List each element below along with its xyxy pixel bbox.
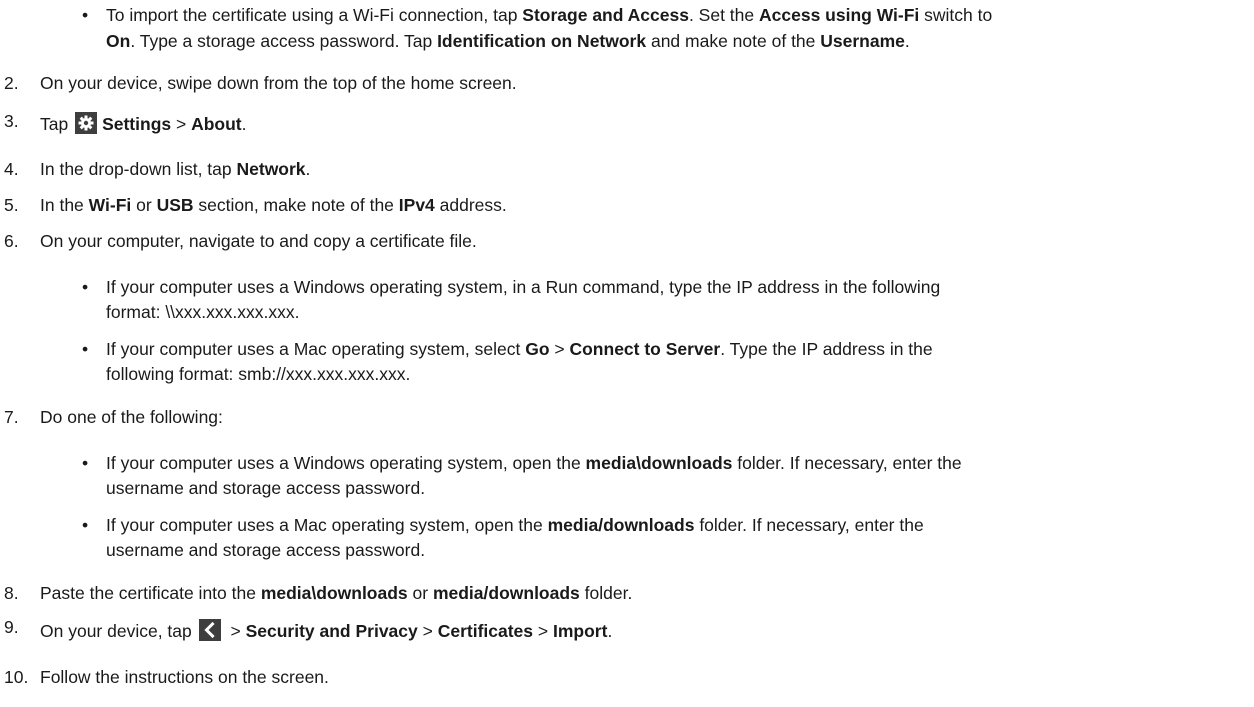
step-6-bullet-2-line1: If your computer uses a Mac operating sy… — [106, 337, 933, 361]
step-9-text: On your device, tap > Security and Priva… — [40, 619, 612, 643]
bold-text: media/downloads — [432, 583, 580, 603]
text: . — [607, 621, 613, 641]
text: and make note of the — [646, 31, 821, 51]
text: switch to — [919, 5, 993, 25]
bold-text: Connect to Server — [569, 339, 721, 359]
step-10-text: Follow the instructions on the screen. — [40, 667, 329, 687]
step-7-bullet-1-line2: username and storage access password. — [106, 478, 426, 498]
text: > — [417, 621, 438, 641]
text: On your device, tap — [40, 621, 197, 641]
step-6-bullet-1-line2: format: \\xxx.xxx.xxx.xxx. — [106, 302, 300, 322]
document-page: { "bullet_char": "•", "top_bullet": { "l… — [0, 0, 1254, 707]
text: > — [533, 621, 553, 641]
bold-text: Identification on Network — [437, 31, 647, 51]
text: > — [549, 339, 570, 359]
step-9-number: 9. — [4, 617, 19, 637]
text: folder. If necessary, enter the — [732, 453, 962, 473]
bold-text: Wi-Fi — [88, 195, 132, 215]
text: or — [407, 583, 433, 603]
bold-text: Go — [525, 339, 550, 359]
step-6-bullet-2-line2: following format: smb://xxx.xxx.xxx.xxx. — [106, 364, 411, 384]
bold-text: Certificates — [437, 621, 534, 641]
text: or — [131, 195, 157, 215]
bold-text: On — [106, 31, 131, 51]
step-3-text: Tap Settings > About. — [40, 112, 247, 136]
step-8-text: Paste the certificate into the media\dow… — [40, 581, 632, 605]
text: . — [904, 31, 910, 51]
step-7-bullet-2-line2: username and storage access password. — [106, 540, 426, 560]
top-bullet-line2: On. Type a storage access password. Tap … — [106, 29, 910, 53]
step-6-bullet-2-marker: • — [82, 339, 89, 359]
step-2-text: On your device, swipe down from the top … — [40, 73, 517, 93]
bold-text: media\downloads — [585, 453, 733, 473]
text: In the drop-down list, tap — [40, 159, 237, 179]
step-7-bullet-2-line1: If your computer uses a Mac operating sy… — [106, 513, 924, 537]
step-6-number: 6. — [4, 231, 19, 251]
bold-text: About — [191, 114, 242, 134]
text: folder. If necessary, enter the — [694, 515, 924, 535]
text: In the — [40, 195, 89, 215]
text: To import the certificate using a Wi-Fi … — [106, 5, 523, 25]
back-chevron-icon — [198, 619, 221, 641]
step-6-text: On your computer, navigate to and copy a… — [40, 231, 477, 251]
step-3-number: 3. — [4, 111, 19, 131]
step-7-bullet-2-marker: • — [82, 515, 89, 535]
step-4-text: In the drop-down list, tap Network. — [40, 157, 310, 181]
step-10-number: 10. — [4, 667, 29, 687]
text: If your computer uses a Windows operatin… — [106, 453, 586, 473]
step-7-bullet-1-line1: If your computer uses a Windows operatin… — [106, 451, 962, 475]
text: . Type a storage access password. Tap — [130, 31, 438, 51]
text: section, make note of the — [193, 195, 399, 215]
bold-text: Network — [236, 159, 306, 179]
bold-text: media/downloads — [547, 515, 695, 535]
text: . Type the IP address in the — [720, 339, 933, 359]
step-5-text: In the Wi-Fi or USB section, make note o… — [40, 193, 507, 217]
bold-text: Settings — [102, 114, 172, 134]
text: If your computer uses a Mac operating sy… — [106, 339, 526, 359]
bold-text: Username — [820, 31, 905, 51]
step-7-text: Do one of the following: — [40, 407, 223, 427]
text: Tap — [40, 114, 74, 134]
text: . — [241, 114, 247, 134]
text: If your computer uses a Mac operating sy… — [106, 515, 548, 535]
top-bullet-line1: To import the certificate using a Wi-Fi … — [106, 3, 992, 27]
step-8-number: 8. — [4, 583, 19, 603]
step-5-number: 5. — [4, 195, 19, 215]
text: Paste the certificate into the — [40, 583, 261, 603]
step-6-bullet-1-marker: • — [82, 277, 89, 297]
bold-text: Import — [552, 621, 608, 641]
bold-text: IPv4 — [398, 195, 435, 215]
text: . — [305, 159, 311, 179]
text: . Set the — [688, 5, 759, 25]
bold-text: USB — [156, 195, 194, 215]
bold-text: media\downloads — [260, 583, 408, 603]
bold-text: Security and Privacy — [245, 621, 418, 641]
step-4-number: 4. — [4, 159, 19, 179]
text: folder. — [579, 583, 633, 603]
text: > — [225, 621, 246, 641]
text: address. — [434, 195, 507, 215]
bold-text: Access using Wi-Fi — [759, 5, 920, 25]
step-6-bullet-1-line1: If your computer uses a Windows operatin… — [106, 277, 941, 297]
gear-icon — [75, 112, 98, 134]
text: > — [171, 114, 192, 134]
step-7-number: 7. — [4, 407, 19, 427]
bold-text: Storage and Access — [522, 5, 689, 25]
step-7-bullet-1-marker: • — [82, 453, 89, 473]
step-2-number: 2. — [4, 73, 19, 93]
top-bullet-marker: • — [82, 5, 89, 25]
